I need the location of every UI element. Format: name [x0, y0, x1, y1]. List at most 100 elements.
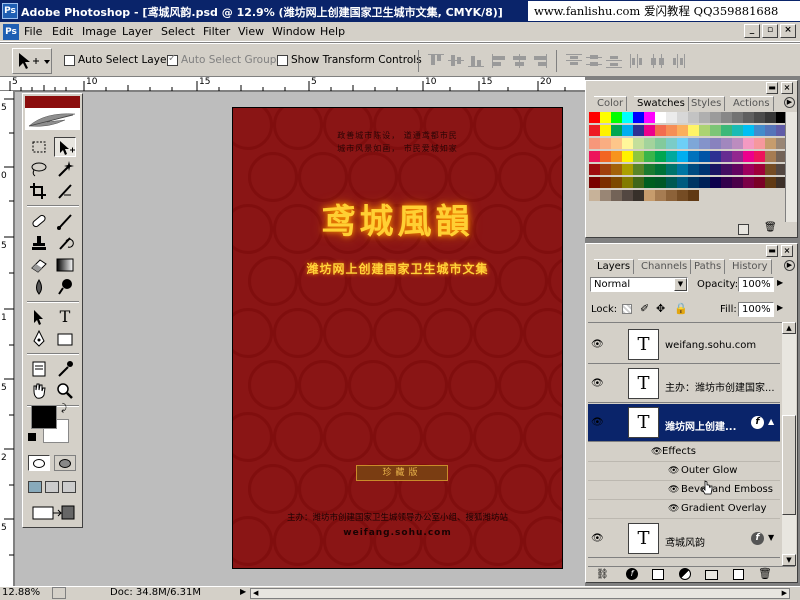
- swatch[interactable]: [644, 164, 655, 175]
- swatch[interactable]: [666, 177, 677, 188]
- swatch[interactable]: [655, 151, 666, 162]
- tab-styles[interactable]: Styles: [688, 96, 726, 111]
- distribute-bottom-icon[interactable]: [606, 54, 622, 68]
- toolbox-header[interactable]: [25, 96, 80, 108]
- swatch[interactable]: [754, 125, 765, 136]
- swatch[interactable]: [721, 177, 732, 188]
- swatch[interactable]: [743, 151, 754, 162]
- document-canvas[interactable]: 政善城市陈设， 道通鸢都市民 城市风景如画， 市民爱城如家 鸢城風韻 潍坊网上创…: [232, 107, 563, 569]
- brush-tool-icon[interactable]: [54, 211, 76, 231]
- distribute-vcenter-icon[interactable]: [586, 54, 602, 68]
- swatch[interactable]: [611, 164, 622, 175]
- swatch[interactable]: [589, 138, 600, 149]
- swatch[interactable]: [622, 190, 633, 201]
- blend-mode-select[interactable]: Normal ▼: [590, 277, 688, 292]
- lock-all-icon[interactable]: 🔒: [674, 302, 688, 315]
- swatch[interactable]: [710, 164, 721, 175]
- delete-swatch-icon[interactable]: 🗑: [764, 222, 777, 233]
- notes-tool-icon[interactable]: [28, 359, 50, 379]
- swatch[interactable]: [732, 177, 743, 188]
- swatch[interactable]: [743, 177, 754, 188]
- auto-select-groups-checkbox[interactable]: [167, 53, 178, 66]
- healing-brush-tool-icon[interactable]: [28, 211, 50, 231]
- swatch[interactable]: [589, 112, 600, 123]
- shape-tool-icon[interactable]: [54, 329, 76, 349]
- app-menu-icon[interactable]: Ps: [3, 24, 19, 40]
- new-layer-icon[interactable]: [733, 569, 744, 580]
- swatch[interactable]: [622, 151, 633, 162]
- horizontal-ruler[interactable]: 5 10 15 5 10 15 20: [0, 77, 585, 91]
- swatch[interactable]: [655, 190, 666, 201]
- swatch[interactable]: [721, 164, 732, 175]
- swatch[interactable]: [699, 151, 710, 162]
- swatch[interactable]: [677, 112, 688, 123]
- swatch[interactable]: [622, 125, 633, 136]
- lasso-tool-icon[interactable]: [28, 159, 50, 179]
- menu-help[interactable]: Help: [320, 25, 345, 38]
- swatch[interactable]: [710, 138, 721, 149]
- swatch[interactable]: [644, 138, 655, 149]
- swap-colors-icon[interactable]: ⤸: [61, 403, 67, 414]
- swatch[interactable]: [633, 138, 644, 149]
- delete-layer-icon[interactable]: 🗑: [758, 567, 772, 580]
- effect-eye-icon[interactable]: 👁: [668, 485, 679, 495]
- standard-screen-mode-icon[interactable]: [28, 481, 42, 493]
- new-swatch-icon[interactable]: [738, 224, 749, 235]
- swatch[interactable]: [666, 190, 677, 201]
- visibility-eye-icon[interactable]: 👁: [591, 418, 605, 428]
- swatch[interactable]: [633, 125, 644, 136]
- scroll-left-icon[interactable]: ◀: [253, 589, 258, 597]
- swatch[interactable]: [589, 151, 600, 162]
- align-left-icon[interactable]: [492, 54, 508, 68]
- jump-to-imageready-icon[interactable]: [31, 503, 77, 521]
- swatch[interactable]: [600, 138, 611, 149]
- panel-minimize-icon[interactable]: ▬: [766, 82, 778, 94]
- restore-icon[interactable]: ▫: [762, 24, 778, 38]
- vertical-ruler[interactable]: 5 0 5 1 5 2 5: [0, 91, 14, 586]
- history-brush-tool-icon[interactable]: [54, 233, 76, 253]
- collapse-effects-icon[interactable]: ▲: [768, 417, 774, 426]
- effect-eye-icon[interactable]: 👁: [668, 466, 679, 476]
- layer-row[interactable]: 👁 T weifang.sohu.com: [588, 326, 780, 364]
- scroll-thumb[interactable]: [782, 415, 796, 515]
- swatch[interactable]: [666, 138, 677, 149]
- swatches-scrollbar[interactable]: [785, 112, 797, 222]
- swatch[interactable]: [765, 112, 776, 123]
- align-bottom-icon[interactable]: [468, 54, 484, 68]
- close-icon[interactable]: ×: [780, 24, 796, 38]
- swatch[interactable]: [589, 125, 600, 136]
- swatch[interactable]: [699, 112, 710, 123]
- layer-effects-icon[interactable]: f: [751, 532, 764, 545]
- gradient-tool-icon[interactable]: [54, 255, 76, 275]
- adjustment-layer-icon[interactable]: [679, 568, 691, 580]
- feather-logo[interactable]: [25, 108, 80, 130]
- swatch[interactable]: [677, 177, 688, 188]
- swatch[interactable]: [732, 112, 743, 123]
- swatch[interactable]: [688, 177, 699, 188]
- swatch[interactable]: [600, 177, 611, 188]
- visibility-eye-icon[interactable]: 👁: [591, 379, 605, 389]
- fill-input[interactable]: 100%: [738, 302, 774, 317]
- horizontal-scrollbar[interactable]: ◀ ▶: [250, 588, 790, 599]
- align-vcenter-icon[interactable]: [448, 54, 464, 68]
- swatch[interactable]: [688, 164, 699, 175]
- swatch[interactable]: [677, 164, 688, 175]
- swatch[interactable]: [721, 112, 732, 123]
- panel-menu-icon[interactable]: ▶: [784, 97, 795, 108]
- swatch[interactable]: [633, 112, 644, 123]
- lock-image-icon[interactable]: ✐: [640, 302, 649, 315]
- zoom-level[interactable]: 12.88%: [2, 587, 40, 598]
- expand-effects-icon[interactable]: ▼: [768, 533, 774, 542]
- menu-filter[interactable]: Filter: [203, 25, 230, 38]
- menu-select[interactable]: Select: [161, 25, 195, 38]
- align-hcenter-icon[interactable]: [512, 54, 528, 68]
- dodge-tool-icon[interactable]: [54, 277, 76, 297]
- swatch[interactable]: [721, 138, 732, 149]
- tab-layers[interactable]: Layers: [594, 259, 635, 274]
- swatch[interactable]: [600, 164, 611, 175]
- align-top-icon[interactable]: [428, 54, 444, 68]
- menu-view[interactable]: View: [238, 25, 264, 38]
- opacity-slider-arrow-icon[interactable]: ▶: [777, 278, 783, 287]
- clone-stamp-tool-icon[interactable]: [28, 233, 50, 253]
- swatch[interactable]: [754, 177, 765, 188]
